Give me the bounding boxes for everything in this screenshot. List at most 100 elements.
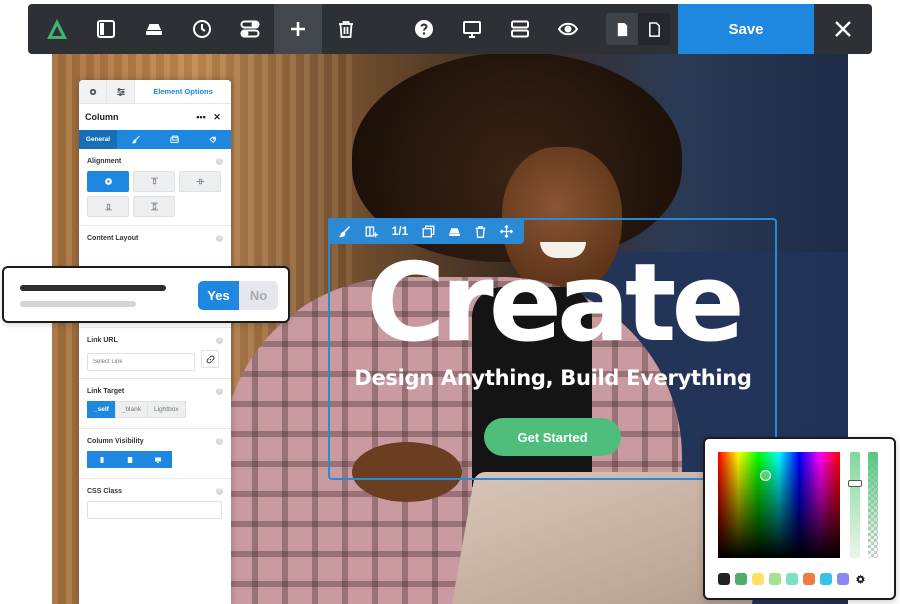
css-class-input[interactable] xyxy=(87,501,222,519)
mobile-icon[interactable] xyxy=(87,451,116,468)
color-swatch[interactable] xyxy=(803,573,815,585)
desktop-small-icon[interactable] xyxy=(143,451,172,468)
color-swatch[interactable] xyxy=(837,573,849,585)
color-swatch[interactable] xyxy=(769,573,781,585)
visibility-options xyxy=(87,451,223,468)
yes-button[interactable]: Yes xyxy=(198,281,239,310)
column-layout-icon[interactable] xyxy=(358,218,384,244)
link-target-blank[interactable]: _blank xyxy=(114,401,148,418)
color-picker xyxy=(703,437,896,600)
hero-headline[interactable]: Create xyxy=(330,250,776,358)
align-top-button[interactable] xyxy=(133,171,175,192)
color-swatch[interactable] xyxy=(718,573,730,585)
alignment-buttons xyxy=(87,171,223,217)
hue-handle[interactable] xyxy=(848,480,862,487)
more-icon[interactable]: ••• xyxy=(193,112,209,122)
layers-icon[interactable] xyxy=(130,4,178,54)
tab-dynamic[interactable] xyxy=(193,130,231,149)
color-swatch[interactable] xyxy=(786,573,798,585)
alignment-label-text: Alignment xyxy=(87,157,122,165)
page-builder-screen: Create Design Anything, Build Everything… xyxy=(0,0,900,604)
alignment-label: Alignment ? xyxy=(87,155,223,167)
content-layout-label: Content Layout ? xyxy=(87,232,223,244)
help-icon[interactable]: ? xyxy=(216,387,223,395)
top-toolbar: Save xyxy=(28,4,872,54)
hero-subheadline[interactable]: Design Anything, Build Everything xyxy=(330,366,776,390)
trash-icon[interactable] xyxy=(322,4,370,54)
content-layout-label-text: Content Layout xyxy=(87,234,139,242)
help-icon[interactable]: ? xyxy=(216,336,223,344)
page-outline-icon[interactable] xyxy=(638,13,670,45)
sidebar-icon[interactable] xyxy=(82,4,130,54)
panel-close-icon[interactable]: ✕ xyxy=(209,112,225,123)
no-button[interactable]: No xyxy=(239,281,278,310)
tab-extras[interactable] xyxy=(155,130,193,149)
align-stretch-button[interactable] xyxy=(133,196,175,217)
tablet-icon[interactable] xyxy=(115,451,144,468)
help-icon[interactable]: ? xyxy=(216,437,223,445)
desktop-icon[interactable] xyxy=(448,4,496,54)
element-options-panel: Element Options Column ••• ✕ General Ali… xyxy=(79,80,231,604)
alignment-section: Alignment ? xyxy=(79,155,231,217)
delete-icon[interactable] xyxy=(468,218,494,244)
panel-tabs: Element Options xyxy=(79,80,231,104)
page-view-toggle xyxy=(606,13,670,45)
link-target-options: _self _blank Lightbox xyxy=(87,401,223,418)
divider xyxy=(79,225,231,226)
sliders-icon[interactable] xyxy=(107,80,135,104)
save-button[interactable]: Save xyxy=(678,4,814,54)
link-target-self[interactable]: _self xyxy=(87,401,116,418)
column-visibility-label: Column Visibility ? xyxy=(87,435,223,447)
column-fraction-label[interactable]: 1/1 xyxy=(384,218,416,244)
divider xyxy=(79,478,231,479)
toggles-icon[interactable] xyxy=(226,4,274,54)
hue-slider[interactable] xyxy=(850,452,860,558)
align-auto-button[interactable] xyxy=(87,171,129,192)
color-swatch[interactable] xyxy=(820,573,832,585)
help-icon[interactable]: ? xyxy=(216,234,223,242)
history-icon[interactable] xyxy=(178,4,226,54)
tab-design[interactable] xyxy=(117,130,155,149)
color-swatch[interactable] xyxy=(752,573,764,585)
get-started-button[interactable]: Get Started xyxy=(484,418,621,456)
panel-subtabs: General xyxy=(79,130,231,149)
tab-general[interactable]: General xyxy=(79,130,117,149)
add-icon[interactable] xyxy=(274,4,322,54)
save-element-icon[interactable] xyxy=(442,218,468,244)
css-class-section: CSS Class ? xyxy=(79,485,231,519)
clone-icon[interactable] xyxy=(416,218,442,244)
saturation-handle[interactable] xyxy=(760,470,771,481)
align-center-button[interactable] xyxy=(179,171,221,192)
gear-icon[interactable] xyxy=(854,573,866,585)
saturation-area[interactable] xyxy=(718,452,840,558)
preview-icon[interactable] xyxy=(544,4,592,54)
divider xyxy=(79,378,231,379)
link-icon[interactable] xyxy=(201,350,219,368)
close-icon[interactable] xyxy=(818,4,868,54)
help-icon[interactable]: ? xyxy=(216,487,223,495)
logo-icon[interactable] xyxy=(28,4,82,54)
help-icon[interactable]: ? xyxy=(216,157,223,165)
yes-no-toggle-card: Yes No xyxy=(2,266,290,323)
page-filled-icon[interactable] xyxy=(606,13,638,45)
placeholder-title-bar xyxy=(20,285,166,291)
alpha-slider[interactable] xyxy=(868,452,878,558)
placeholder-subtitle-bar xyxy=(20,301,136,307)
link-url-label-text: Link URL xyxy=(87,336,118,344)
yes-no-toggle: Yes No xyxy=(198,281,278,310)
align-bottom-button[interactable] xyxy=(87,196,129,217)
color-swatch[interactable] xyxy=(735,573,747,585)
link-url-input[interactable] xyxy=(87,353,195,371)
divider xyxy=(79,327,231,328)
move-icon[interactable] xyxy=(494,218,520,244)
column-visibility-label-text: Column Visibility xyxy=(87,437,144,445)
element-options-tab[interactable]: Element Options xyxy=(135,80,231,103)
brush-icon[interactable] xyxy=(332,218,358,244)
column-toolbar: 1/1 xyxy=(328,218,524,244)
gear-icon[interactable] xyxy=(79,80,107,104)
help-icon[interactable] xyxy=(400,4,448,54)
link-target-label: Link Target ? xyxy=(87,385,223,397)
layout-icon[interactable] xyxy=(496,4,544,54)
link-target-lightbox[interactable]: Lightbox xyxy=(146,401,186,418)
color-swatches xyxy=(718,573,866,585)
